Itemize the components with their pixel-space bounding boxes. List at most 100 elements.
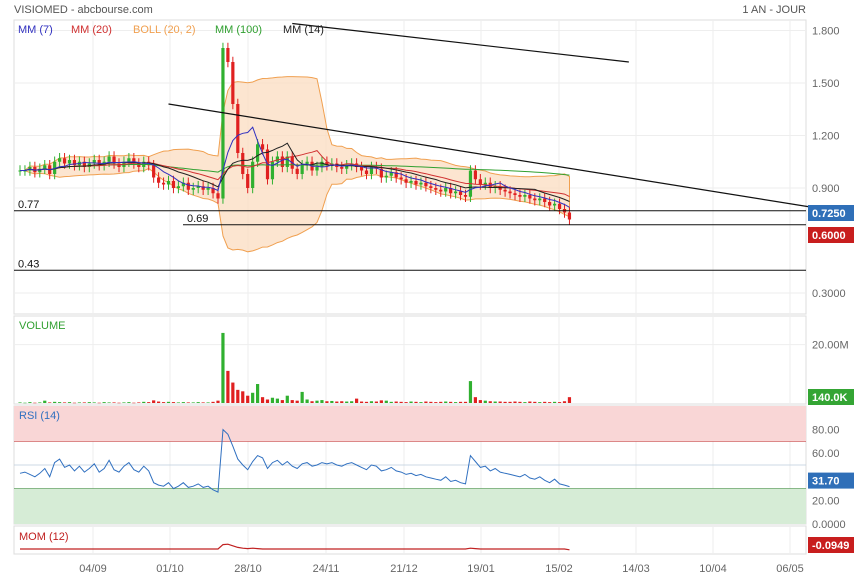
- volume-bar: [166, 401, 171, 403]
- price-y-tick: 1.800: [812, 26, 840, 38]
- volume-bar: [251, 392, 255, 403]
- candle: [295, 168, 299, 174]
- volume-bar: [127, 402, 131, 403]
- volume-bar: [161, 402, 166, 403]
- volume-bar: [350, 401, 354, 403]
- x-tick-label: 15/02: [545, 563, 573, 575]
- candle: [216, 193, 220, 199]
- volume-bar: [518, 401, 522, 403]
- candle: [567, 212, 572, 220]
- candle: [458, 191, 463, 195]
- volume-bar: [355, 398, 359, 403]
- volume-bar: [567, 397, 572, 403]
- volume-bar: [107, 402, 111, 403]
- candle: [513, 193, 517, 195]
- candle: [419, 182, 423, 185]
- volume-bar: [28, 402, 32, 403]
- volume-label: VOLUME: [19, 320, 65, 332]
- momentum-panel: [13, 525, 807, 555]
- period-label[interactable]: 1 AN - JOUR: [742, 4, 806, 16]
- volume-bar: [280, 400, 284, 403]
- volume-bar: [92, 402, 96, 403]
- volume-bar: [58, 402, 62, 403]
- volume-bar: [543, 401, 547, 403]
- horizontal-lines: 0.77 0.69 0.43: [14, 199, 806, 271]
- price-layer: [18, 22, 813, 253]
- candle: [404, 179, 408, 183]
- candle: [538, 198, 542, 201]
- volume-bar: [483, 400, 487, 403]
- price-y-tick: 0.3000: [812, 288, 846, 300]
- volume-bar: [364, 401, 369, 403]
- volume-bar: [97, 402, 101, 404]
- support-line-label: 0.69: [187, 213, 208, 225]
- volume-bar: [473, 397, 477, 403]
- candle: [503, 189, 507, 192]
- candle: [463, 195, 468, 197]
- volume-bar: [87, 402, 91, 403]
- candle: [152, 165, 156, 178]
- rsi-y-tick: 20.00: [812, 495, 840, 507]
- x-tick-label: 21/12: [390, 563, 418, 575]
- candle: [67, 160, 72, 164]
- volume-bar: [359, 401, 364, 403]
- volume-bar: [256, 384, 260, 403]
- x-tick-label: 19/01: [467, 563, 495, 575]
- candle: [270, 161, 275, 180]
- volume-bar: [201, 402, 205, 403]
- volume-bar: [553, 401, 557, 403]
- candle: [359, 167, 364, 171]
- volume-bar: [216, 400, 220, 403]
- legend-mm20: MM (20): [71, 24, 112, 36]
- volume-bar: [458, 401, 463, 403]
- candle: [424, 182, 428, 187]
- volume-bar: [171, 402, 176, 403]
- candle: [399, 177, 403, 180]
- volume-bar: [335, 401, 339, 403]
- volume-bar: [424, 401, 428, 403]
- volume-bar: [72, 402, 77, 404]
- volume-bar: [33, 402, 37, 404]
- x-tick-label: 24/11: [313, 563, 340, 575]
- support-line-label: 0.43: [18, 258, 39, 270]
- x-tick-label: 01/10: [156, 563, 184, 575]
- volume-bar: [176, 402, 180, 403]
- candle: [157, 177, 161, 183]
- volume-bar: [503, 401, 507, 403]
- volume-bar: [38, 402, 42, 403]
- candle: [300, 165, 304, 174]
- volume-bar: [533, 401, 537, 403]
- candle: [364, 170, 369, 174]
- volume-bar: [345, 401, 349, 403]
- volume-bar: [548, 402, 552, 403]
- candle: [315, 167, 319, 171]
- volume-bar: [325, 401, 329, 403]
- candle: [260, 144, 265, 150]
- candle: [439, 189, 443, 192]
- volume-bar: [379, 400, 383, 403]
- candle: [236, 104, 240, 153]
- volume-bar: [181, 402, 185, 403]
- candle: [523, 195, 527, 197]
- candle: [241, 153, 245, 174]
- volume-bar: [409, 401, 413, 403]
- volume-tag-text: 140.0K: [812, 392, 848, 404]
- volume-bar: [444, 401, 448, 403]
- chart-title: VISIOMED - abcbourse.com: [14, 4, 153, 16]
- volume-bar: [211, 401, 215, 403]
- rsi-y-tick: 80.00: [812, 425, 840, 437]
- candle: [543, 198, 547, 202]
- volume-bar: [285, 395, 289, 403]
- volume-bar: [275, 398, 279, 403]
- volume-bar: [23, 402, 27, 404]
- volume-bar: [67, 402, 72, 403]
- candle: [127, 158, 131, 162]
- volume-bar: [528, 401, 532, 403]
- volume-bar: [62, 402, 67, 403]
- price-tag-text: 0.6000: [812, 230, 846, 242]
- candle: [414, 181, 418, 185]
- volume-bar: [142, 401, 146, 403]
- volume-layer: [18, 332, 572, 404]
- volume-bar: [374, 401, 378, 403]
- volume-panel: [13, 315, 807, 405]
